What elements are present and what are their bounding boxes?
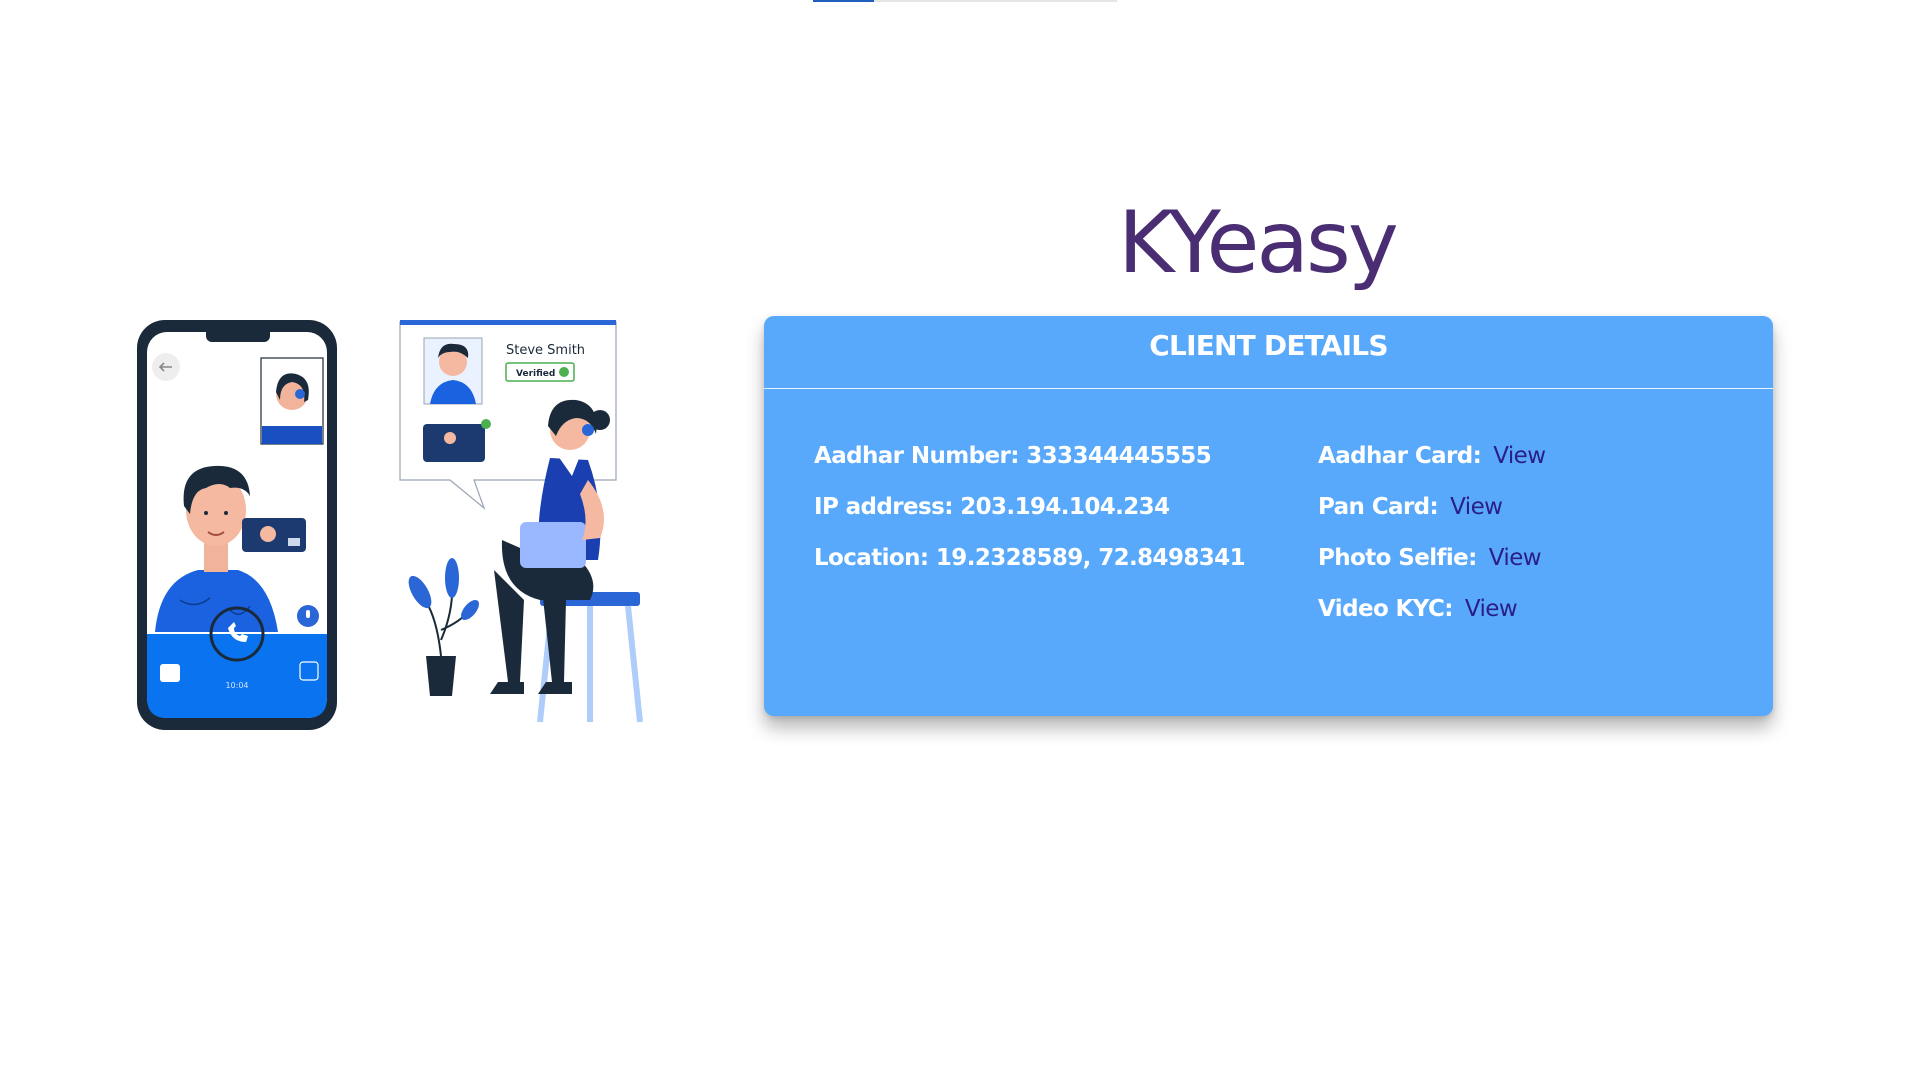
ip-address-value: 203.194.104.234 (960, 494, 1170, 520)
aadhar-number-value: 333344445555 (1026, 443, 1212, 469)
photo-selfie-row: Photo Selfie: View (1318, 533, 1545, 584)
location-label: Location: (814, 545, 929, 571)
ip-address-row: IP address: 203.194.104.234 (814, 482, 1245, 533)
pan-card-label: Pan Card: (1318, 494, 1439, 520)
laptop-icon (520, 522, 586, 568)
location-row: Location: 19.2328589, 72.8498341 (814, 533, 1246, 584)
video-kyc-row: Video KYC: View (1318, 584, 1545, 635)
verified-label: Verified (516, 369, 555, 379)
photo-selfie-label: Photo Selfie: (1318, 545, 1477, 571)
plant-icon (408, 558, 479, 696)
brand-title: KYeasy (1118, 193, 1399, 293)
client-details-card: CLIENT DETAILS Aadhar Number: 3333444455… (764, 316, 1773, 716)
view-aadhar-card-link[interactable]: View (1493, 443, 1546, 469)
card-title: CLIENT DETAILS (764, 316, 1773, 389)
pan-card-row: Pan Card: View (1318, 482, 1545, 533)
check-icon (559, 367, 569, 377)
aadhar-number-label: Aadhar Number: (814, 443, 1019, 469)
card-body: Aadhar Number: 333344445555 IP address: … (764, 389, 1773, 717)
page-loading-bar-fill (813, 0, 874, 2)
profile-name: Steve Smith (506, 343, 585, 358)
aadhar-number-row: Aadhar Number: 333344445555 (814, 431, 1245, 482)
id-card-icon (423, 424, 485, 462)
view-video-kyc-link[interactable]: View (1465, 596, 1518, 622)
page: 10:04 Steve Smith Verified KYeasy CLIENT… (0, 0, 1920, 1080)
view-pan-card-link[interactable]: View (1450, 494, 1503, 520)
phone-icon: 10:04 (137, 320, 337, 730)
ip-address-label: IP address: (814, 494, 953, 520)
documents-column: Aadhar Card: View Pan Card: View Photo Sel… (1318, 431, 1546, 635)
aadhar-card-label: Aadhar Card: (1318, 443, 1482, 469)
location-value: 19.2328589, 72.8498341 (935, 545, 1246, 571)
view-photo-selfie-link[interactable]: View (1489, 545, 1542, 571)
page-loading-bar (813, 0, 1117, 2)
aadhar-card-row: Aadhar Card: View (1318, 431, 1546, 482)
phone-time: 10:04 (225, 681, 248, 690)
kyc-illustration: 10:04 Steve Smith Verified (120, 310, 660, 750)
chat-icon (160, 664, 180, 682)
client-info-column: Aadhar Number: 333344445555 IP address: … (814, 431, 1246, 584)
video-kyc-label: Video KYC: (1318, 596, 1453, 622)
